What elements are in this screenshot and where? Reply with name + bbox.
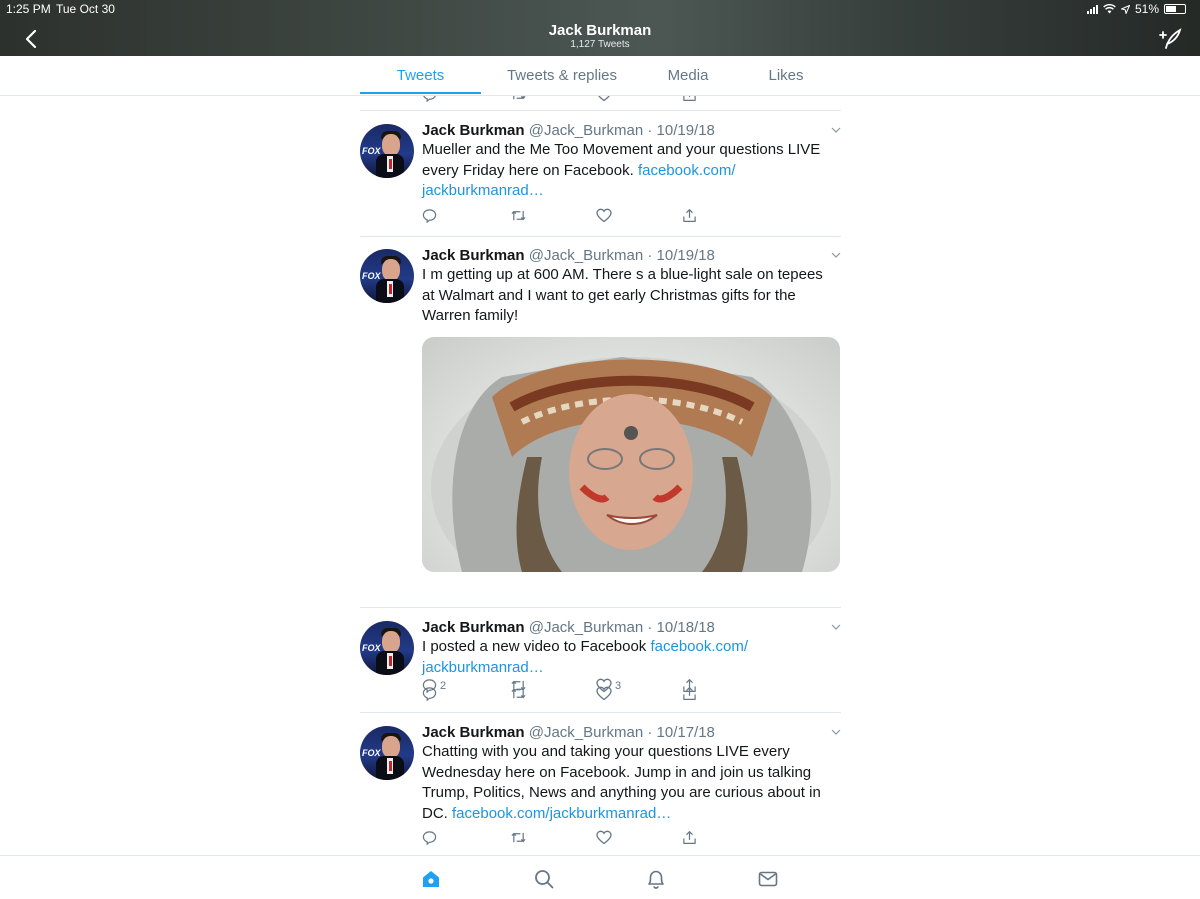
tweet-header: Jack Burkman @Jack_Burkman · 10/17/18 [422, 724, 715, 741]
tweet-count: 1,127 Tweets [570, 39, 630, 50]
search-icon[interactable] [533, 868, 555, 890]
tweet-body: Chatting with you and taking your questi… [422, 742, 832, 824]
tweet-actions [422, 686, 722, 704]
active-tab-indicator [360, 92, 481, 94]
compose-tweet-icon[interactable] [1158, 28, 1182, 50]
tweet-author-name[interactable]: Jack Burkman [422, 247, 525, 264]
tweet-item[interactable]: FOX Jack Burkman @Jack_Burkman · 10/18/1… [360, 619, 841, 711]
tweet-header: Jack Burkman @Jack_Burkman · 10/19/18 [422, 247, 715, 264]
chevron-down-icon[interactable] [831, 623, 841, 631]
tweet-divider [360, 110, 841, 111]
avatar[interactable]: FOX [360, 726, 414, 780]
chevron-down-icon[interactable] [831, 728, 841, 736]
share-icon[interactable] [682, 208, 697, 223]
tweet-date: 10/19/18 [656, 247, 715, 264]
tweet-actions [422, 830, 722, 848]
tab-tweets-and-replies[interactable]: Tweets & replies [492, 67, 632, 84]
status-time: 1:25 PM [6, 2, 51, 16]
status-indicators: 51% [1086, 2, 1186, 16]
like-icon[interactable] [596, 96, 612, 102]
tweet-item[interactable]: FOX Jack Burkman @Jack_Burkman · 10/19/1… [360, 122, 841, 236]
tweet-divider [360, 236, 841, 237]
messages-icon[interactable] [757, 868, 779, 890]
avatar[interactable]: FOX [360, 124, 414, 178]
notifications-icon[interactable] [645, 868, 667, 890]
tweet-link[interactable]: facebook.com/jackburkmanrad… [452, 805, 671, 822]
like-icon[interactable] [596, 830, 612, 845]
tweet-handle: @Jack_Burkman [528, 122, 644, 139]
like-icon[interactable] [596, 686, 612, 701]
tweet-date: 10/19/18 [656, 122, 715, 139]
tweet-text: Mueller and the Me Too Movement and your… [422, 141, 821, 179]
tweet-date: 10/17/18 [656, 724, 715, 741]
tweet-divider [360, 712, 841, 713]
wifi-icon [1103, 4, 1116, 14]
tweet-header: Jack Burkman @Jack_Burkman · 10/19/18 [422, 122, 715, 139]
partial-action-bar [422, 96, 722, 105]
tweet-text: I m getting up at 600 AM. There s a blue… [422, 266, 823, 324]
battery-percent: 51% [1134, 2, 1159, 16]
bottom-nav [0, 855, 1200, 899]
tweet-feed[interactable]: FOX Jack Burkman @Jack_Burkman · 10/19/1… [360, 96, 841, 856]
like-icon[interactable] [596, 208, 612, 223]
share-icon[interactable] [682, 96, 697, 102]
tweet-handle: @Jack_Burkman [528, 247, 644, 264]
tweet-body: I posted a new video to Facebook faceboo… [422, 637, 832, 678]
tweet-divider [360, 607, 841, 608]
reply-icon[interactable] [422, 208, 437, 223]
home-icon[interactable] [420, 868, 442, 890]
profile-tabs: Tweets Tweets & replies Media Likes [0, 56, 1200, 96]
tweet-image[interactable] [422, 337, 840, 572]
tweet-item[interactable]: FOX Jack Burkman @Jack_Burkman · 10/17/1… [360, 724, 841, 856]
battery-icon [1164, 4, 1186, 14]
reply-icon[interactable] [422, 96, 437, 102]
retweet-icon[interactable] [510, 96, 527, 102]
profile-name: Jack Burkman [548, 22, 652, 39]
tweet-handle: @Jack_Burkman [528, 619, 644, 636]
reply-icon[interactable] [422, 686, 437, 701]
tweet-handle: @Jack_Burkman [528, 724, 644, 741]
tab-media[interactable]: Media [648, 67, 728, 84]
tweet-body: I m getting up at 600 AM. There s a blue… [422, 265, 832, 327]
headdress-photo [431, 357, 831, 572]
tweet-author-name[interactable]: Jack Burkman [422, 122, 525, 139]
status-date: Tue Oct 30 [56, 2, 115, 16]
tweet-text: I posted a new video to Facebook [422, 638, 647, 655]
tweet-body: Mueller and the Me Too Movement and your… [422, 140, 832, 202]
chevron-down-icon[interactable] [831, 251, 841, 259]
tweet-date: 10/18/18 [656, 619, 715, 636]
tweet-author-name[interactable]: Jack Burkman [422, 619, 525, 636]
tweet-author-name[interactable]: Jack Burkman [422, 724, 525, 741]
profile-header: 1:25 PM Tue Oct 30 51% Jack Burkman 1,12… [0, 0, 1200, 56]
tweet-actions [422, 208, 722, 226]
chevron-down-icon[interactable] [831, 126, 841, 134]
tweet-item[interactable]: FOX Jack Burkman @Jack_Burkman · 10/19/1… [360, 247, 841, 693]
avatar[interactable]: FOX [360, 621, 414, 675]
tab-likes[interactable]: Likes [748, 67, 824, 84]
reply-icon[interactable] [422, 830, 437, 845]
share-icon[interactable] [682, 686, 697, 701]
share-icon[interactable] [682, 830, 697, 845]
avatar[interactable]: FOX [360, 249, 414, 303]
tab-tweets[interactable]: Tweets [360, 67, 481, 84]
retweet-icon[interactable] [510, 830, 527, 845]
signal-icon [1086, 4, 1098, 14]
retweet-icon[interactable] [510, 208, 527, 223]
retweet-icon[interactable] [510, 686, 527, 701]
location-icon [1120, 4, 1130, 14]
tweet-header: Jack Burkman @Jack_Burkman · 10/18/18 [422, 619, 715, 636]
